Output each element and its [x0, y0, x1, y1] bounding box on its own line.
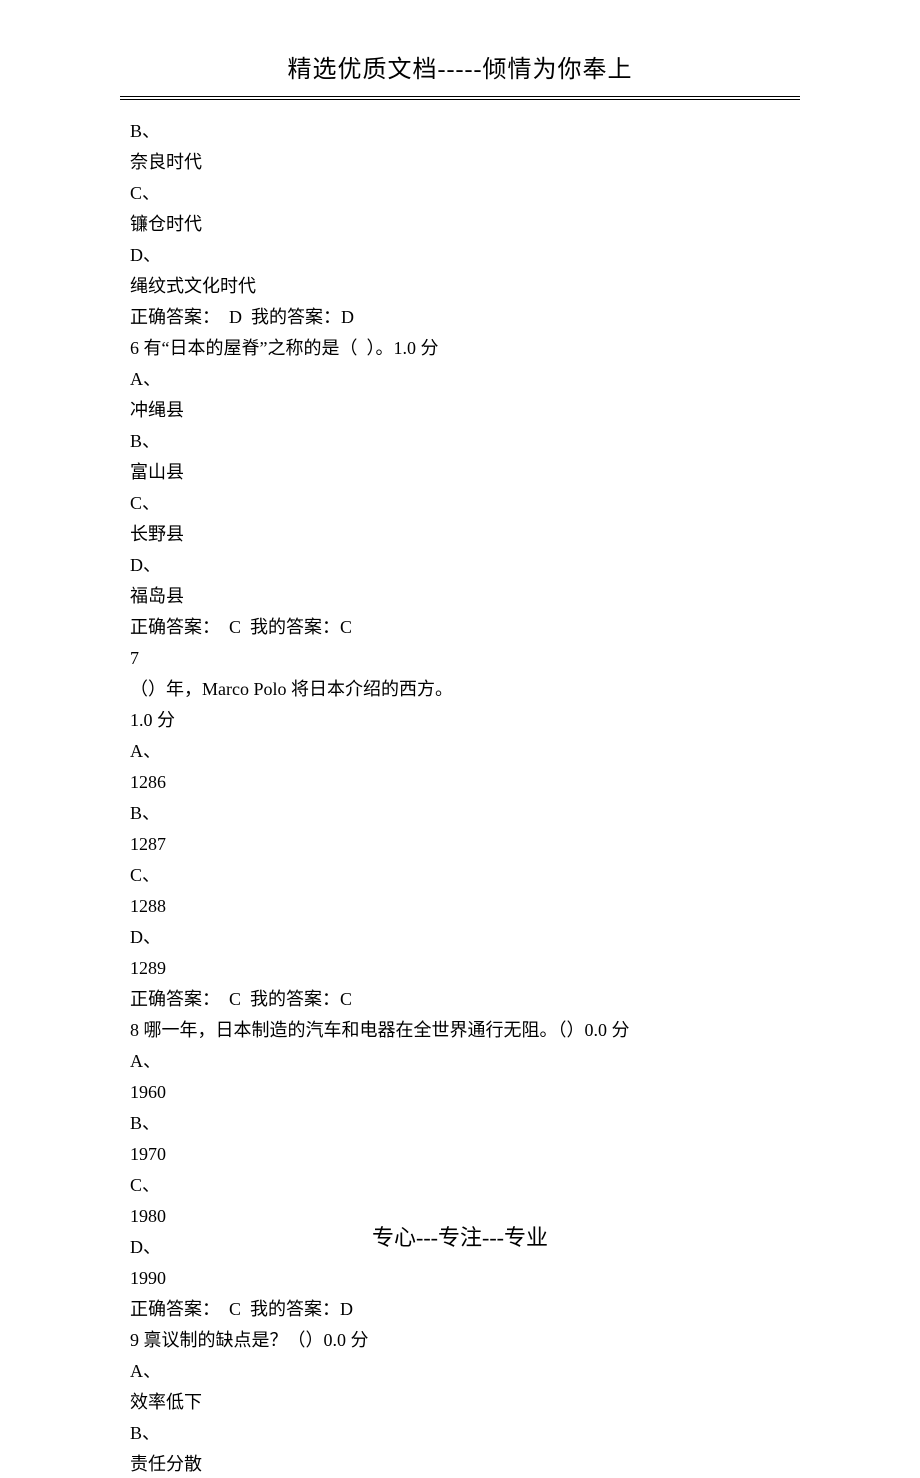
header-text: 精选优质文档-----倾情为你奉上 [288, 57, 633, 83]
text-line: 1.0 分 [130, 707, 790, 734]
text-line: 长野县 [130, 521, 790, 548]
footer-text: 专心---专注---专业 [372, 1225, 548, 1250]
text-line: C、 [130, 180, 790, 207]
text-line: 福岛县 [130, 583, 790, 610]
text-line: A、 [130, 738, 790, 765]
question-line: 7 [130, 645, 790, 672]
text-line: 1960 [130, 1079, 790, 1106]
text-line: C、 [130, 1172, 790, 1199]
text-line: 效率低下 [130, 1389, 790, 1416]
text-line: B、 [130, 1110, 790, 1137]
answer-line: 正确答案： C 我的答案：C [130, 614, 790, 641]
text-line: A、 [130, 1358, 790, 1385]
question-line: 9 禀议制的缺点是？（）0.0 分 [130, 1327, 790, 1354]
document-page: 精选优质文档-----倾情为你奉上 B、 奈良时代 C、 镰仓时代 D、 绳纹式… [0, 0, 920, 1302]
text-line: C、 [130, 862, 790, 889]
text-line: B、 [130, 118, 790, 145]
text-line: 奈良时代 [130, 149, 790, 176]
text-line: 1286 [130, 769, 790, 796]
text-line: 绳纹式文化时代 [130, 273, 790, 300]
text-line: 1288 [130, 893, 790, 920]
body-text: B、 奈良时代 C、 镰仓时代 D、 绳纹式文化时代 正确答案： D 我的答案：… [0, 118, 920, 1478]
page-footer: 专心---专注---专业 [0, 1221, 920, 1254]
header-rule-top [120, 96, 800, 97]
text-line: B、 [130, 1420, 790, 1447]
question-line: 6 有“日本的屋脊”之称的是（ ）。1.0 分 [130, 335, 790, 362]
answer-line: 正确答案： C 我的答案：D [130, 1296, 790, 1323]
text-line: 1287 [130, 831, 790, 858]
text-line: D、 [130, 552, 790, 579]
answer-line: 正确答案： D 我的答案：D [130, 304, 790, 331]
text-line: D、 [130, 924, 790, 951]
text-line: 1970 [130, 1141, 790, 1168]
answer-line: 正确答案： C 我的答案：C [130, 986, 790, 1013]
text-line: 富山县 [130, 459, 790, 486]
text-line: 冲绳县 [130, 397, 790, 424]
page-header: 精选优质文档-----倾情为你奉上 [0, 0, 920, 96]
text-line: B、 [130, 800, 790, 827]
text-line: B、 [130, 428, 790, 455]
text-line: C、 [130, 490, 790, 517]
text-line: 1289 [130, 955, 790, 982]
text-line: 责任分散 [130, 1451, 790, 1478]
text-line: A、 [130, 366, 790, 393]
question-line: 8 哪一年，日本制造的汽车和电器在全世界通行无阻。（）0.0 分 [130, 1017, 790, 1044]
text-line: D、 [130, 242, 790, 269]
text-line: A、 [130, 1048, 790, 1075]
text-line: 镰仓时代 [130, 211, 790, 238]
header-rule-bottom [120, 99, 800, 100]
text-line: （）年，Marco Polo 将日本介绍的西方。 [130, 676, 790, 703]
text-line: 1990 [130, 1265, 790, 1292]
